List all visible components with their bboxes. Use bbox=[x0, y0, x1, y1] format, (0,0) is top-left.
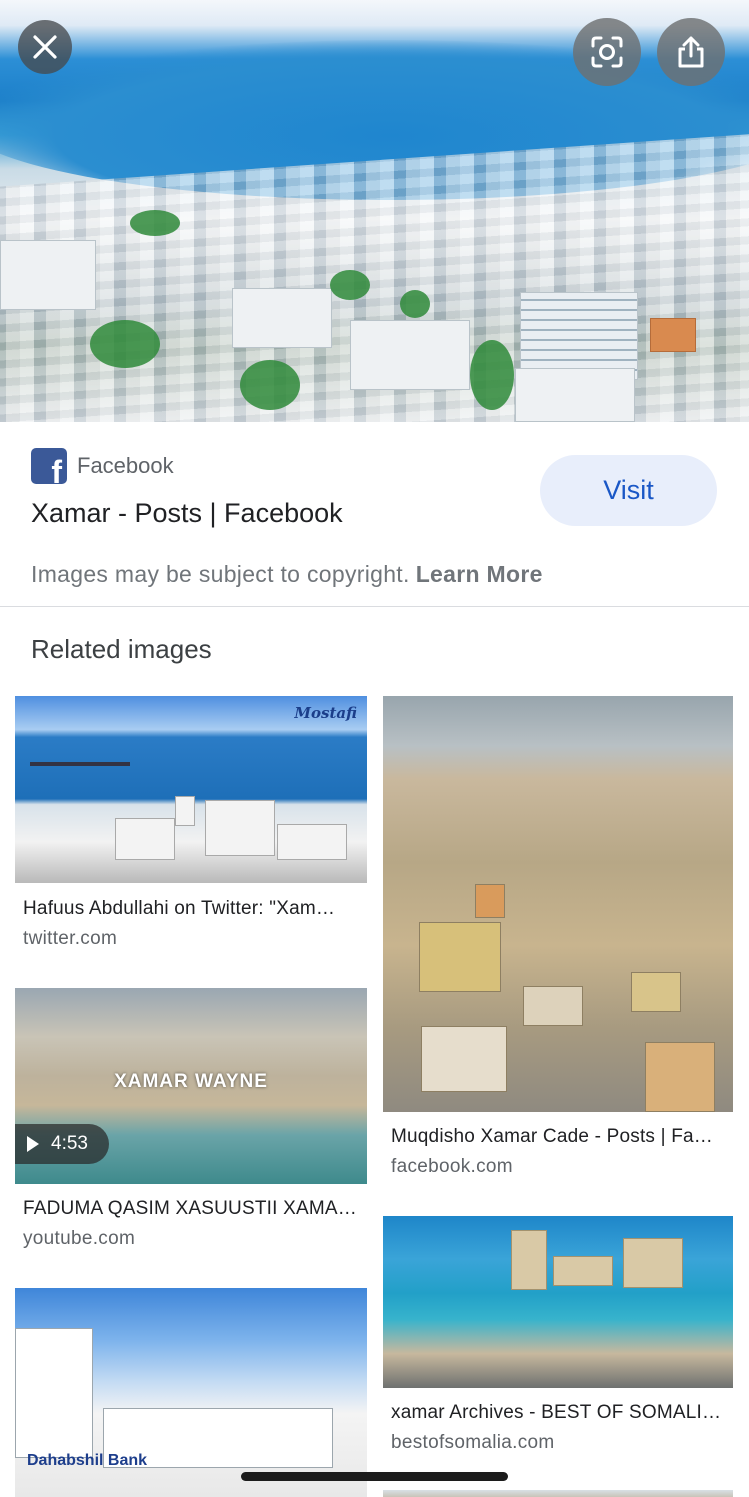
related-image-thumbnail[interactable]: Dahabshil Bank bbox=[15, 1288, 367, 1497]
related-images-heading: Related images bbox=[31, 634, 212, 664]
thumbnail-overlay-text: XAMAR WAYNE bbox=[114, 1071, 268, 1092]
thumb-building bbox=[623, 1238, 683, 1288]
thumb-building bbox=[277, 824, 347, 860]
related-image-thumbnail[interactable] bbox=[383, 1490, 733, 1497]
hero-trees bbox=[130, 210, 180, 236]
related-image-card[interactable]: Muqdisho Xamar Cade - Posts | Fa… facebo… bbox=[383, 696, 733, 1182]
thumb-building bbox=[645, 1042, 715, 1112]
thumb-tower bbox=[511, 1230, 547, 1290]
related-video-thumbnail[interactable]: XAMAR WAYNE 4:53 bbox=[15, 988, 367, 1184]
thumb-building bbox=[523, 986, 583, 1026]
related-image-domain: twitter.com bbox=[23, 928, 118, 949]
thumb-building bbox=[419, 922, 501, 992]
hero-trees bbox=[400, 290, 430, 318]
thumb-building bbox=[553, 1256, 613, 1286]
home-indicator[interactable] bbox=[241, 1472, 508, 1481]
related-image-card[interactable]: xamar Archives - BEST OF SOMALI… bestofs… bbox=[383, 1216, 733, 1456]
hero-building bbox=[515, 368, 635, 422]
hero-building bbox=[350, 320, 470, 390]
related-image-title[interactable]: FADUMA QASIM XASUUSTII XAMA… bbox=[23, 1198, 363, 1220]
hero-building bbox=[232, 288, 332, 348]
copyright-notice: Images may be subject to copyright. Learn… bbox=[31, 561, 543, 588]
related-image-thumbnail[interactable]: Mostafi bbox=[15, 696, 367, 883]
share-icon bbox=[678, 36, 704, 68]
close-button[interactable] bbox=[18, 20, 72, 74]
hero-building bbox=[650, 318, 696, 352]
thumb-building bbox=[475, 884, 505, 918]
thumb-building bbox=[175, 796, 195, 826]
page-title[interactable]: Xamar - Posts | Facebook bbox=[31, 498, 343, 529]
thumb-building bbox=[15, 1328, 93, 1458]
hero-trees bbox=[470, 340, 514, 410]
hero-trees bbox=[240, 360, 300, 410]
related-image-thumbnail[interactable] bbox=[383, 696, 733, 1112]
close-icon bbox=[33, 35, 57, 59]
related-image-title[interactable]: xamar Archives - BEST OF SOMALI… bbox=[391, 1402, 731, 1424]
divider bbox=[0, 606, 749, 607]
thumb-building bbox=[631, 972, 681, 1012]
hero-building bbox=[0, 240, 96, 310]
related-image-card[interactable]: Mostafi Hafuus Abdullahi on Twitter: "Xa… bbox=[15, 696, 367, 956]
learn-more-link[interactable]: Learn More bbox=[416, 561, 543, 587]
play-icon bbox=[27, 1136, 39, 1152]
share-button[interactable] bbox=[657, 18, 725, 86]
source-name: Facebook bbox=[77, 453, 174, 478]
video-duration: 4:53 bbox=[51, 1133, 88, 1154]
lens-icon bbox=[591, 36, 623, 68]
related-image-title[interactable]: Muqdisho Xamar Cade - Posts | Fa… bbox=[391, 1126, 731, 1148]
thumb-building bbox=[115, 818, 175, 860]
lens-button[interactable] bbox=[573, 18, 641, 86]
video-duration-badge: 4:53 bbox=[15, 1124, 109, 1164]
bank-sign: Dahabshil Bank bbox=[27, 1452, 148, 1469]
related-video-card[interactable]: XAMAR WAYNE 4:53 FADUMA QASIM XASUUSTII … bbox=[15, 988, 367, 1250]
related-image-card[interactable]: Dahabshil Bank bbox=[15, 1288, 367, 1497]
thumbnail-watermark: Mostafi bbox=[294, 704, 357, 722]
source-row[interactable]: f Facebook bbox=[31, 448, 174, 484]
related-image-domain: bestofsomalia.com bbox=[391, 1432, 555, 1453]
thumb-building bbox=[205, 800, 275, 856]
copyright-text: Images may be subject to copyright. bbox=[31, 561, 410, 587]
hero-trees bbox=[330, 270, 370, 300]
visit-button[interactable]: Visit bbox=[540, 455, 717, 526]
thumb-building bbox=[421, 1026, 507, 1092]
related-image-card[interactable] bbox=[383, 1490, 733, 1497]
related-image-domain: youtube.com bbox=[23, 1228, 136, 1249]
related-image-thumbnail[interactable] bbox=[383, 1216, 733, 1388]
hero-trees bbox=[90, 320, 160, 368]
related-image-title[interactable]: Hafuus Abdullahi on Twitter: "Xam… bbox=[23, 898, 363, 920]
hero-building bbox=[520, 292, 638, 380]
related-image-domain: facebook.com bbox=[391, 1156, 513, 1177]
thumb-pier bbox=[30, 762, 130, 766]
facebook-icon: f bbox=[31, 448, 67, 484]
